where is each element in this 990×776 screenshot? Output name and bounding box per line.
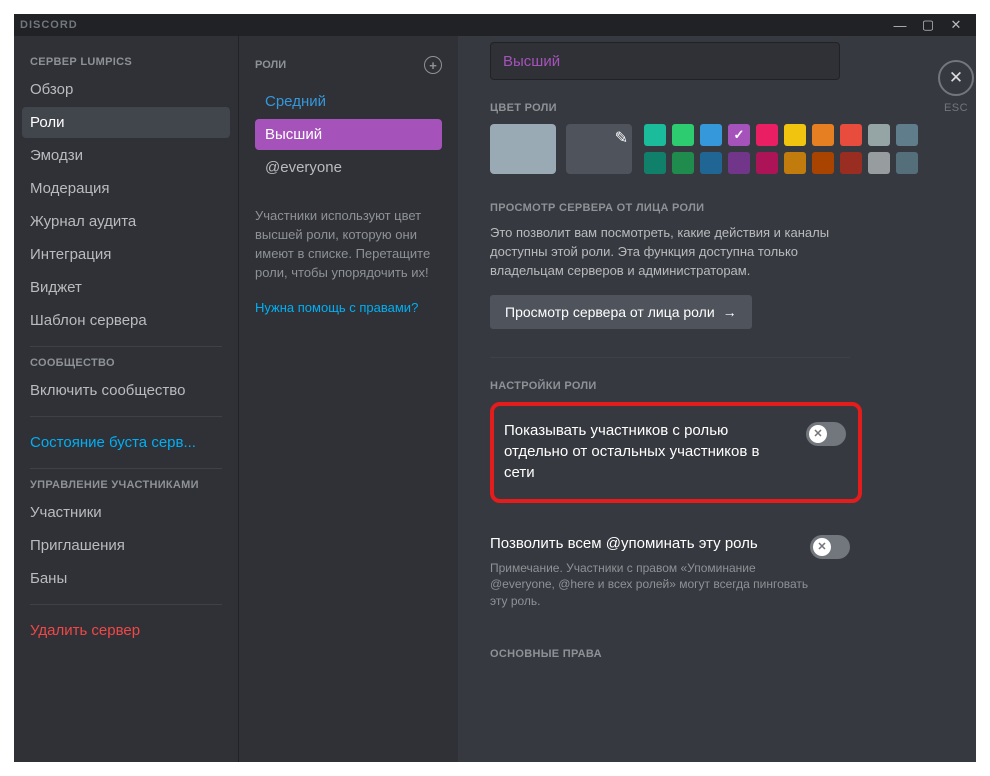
preview-button-label: Просмотр сервера от лица роли (505, 304, 715, 320)
app-brand: DISCORD (20, 19, 78, 31)
color-swatch[interactable] (756, 152, 778, 174)
close-icon: ✕ (949, 68, 963, 88)
sidebar-item-template[interactable]: Шаблон сервера (22, 305, 230, 336)
color-swatch[interactable] (672, 152, 694, 174)
color-swatch[interactable] (672, 124, 694, 146)
color-swatch[interactable] (700, 124, 722, 146)
color-swatch[interactable] (784, 124, 806, 146)
role-item-medium[interactable]: Средний (255, 86, 442, 117)
roles-help-link[interactable]: Нужна помощь с правами? (255, 300, 442, 315)
arrow-right-icon: → (723, 304, 737, 320)
close-button[interactable]: ✕ (938, 60, 974, 96)
preview-section-label: ПРОСМОТР СЕРВЕРА ОТ ЛИЦА РОЛИ (490, 202, 932, 214)
setting-allow-mention-label: Позволить всем @упоминать эту роль (490, 533, 770, 554)
sidebar-section-server: СЕРВЕР LUMPICS (22, 56, 230, 74)
preview-server-button[interactable]: Просмотр сервера от лица роли → (490, 295, 752, 329)
role-item-high[interactable]: Высший (255, 119, 442, 150)
sidebar-item-integration[interactable]: Интеграция (22, 239, 230, 270)
window-close[interactable]: ✕ (942, 15, 970, 35)
window-maximize[interactable]: ▢ (914, 15, 942, 35)
role-settings-content: ✕ ESC Высший ЦВЕТ РОЛИ ✎ ПРОСМОТР СЕРВЕР… (458, 36, 976, 762)
sidebar-section-members: УПРАВЛЕНИЕ УЧАСТНИКАМИ (22, 479, 230, 497)
sidebar-item-widget[interactable]: Виджет (22, 272, 230, 303)
color-swatch[interactable] (840, 124, 862, 146)
preview-section-desc: Это позволит вам посмотреть, какие дейст… (490, 224, 840, 281)
setting-allow-mention-toggle[interactable]: ✕ (810, 535, 850, 559)
color-swatch[interactable] (700, 152, 722, 174)
divider (490, 357, 850, 358)
color-swatch[interactable] (756, 124, 778, 146)
role-name-value: Высший (503, 53, 560, 70)
sidebar-item-roles[interactable]: Роли (22, 107, 230, 138)
sidebar-item-moderation[interactable]: Модерация (22, 173, 230, 204)
toggle-knob-off-icon: ✕ (809, 425, 827, 443)
add-role-button[interactable]: + (424, 56, 442, 74)
color-swatch[interactable] (728, 152, 750, 174)
color-custom-swatch[interactable]: ✎ (566, 124, 632, 174)
color-swatch[interactable] (896, 124, 918, 146)
toggle-knob-off-icon: ✕ (813, 538, 831, 556)
divider (30, 416, 222, 417)
titlebar: DISCORD — ▢ ✕ (14, 14, 976, 36)
basic-rights-label: ОСНОВНЫЕ ПРАВА (490, 648, 932, 660)
color-swatch[interactable] (812, 124, 834, 146)
roles-list-column: РОЛИ + Средний Высший @everyone Участник… (238, 36, 458, 762)
divider (30, 468, 222, 469)
color-swatch[interactable] (784, 152, 806, 174)
color-swatch[interactable] (868, 152, 890, 174)
role-settings-label: НАСТРОЙКИ РОЛИ (490, 380, 932, 392)
roles-header-label: РОЛИ (255, 59, 286, 71)
role-color-label: ЦВЕТ РОЛИ (490, 102, 932, 114)
sidebar-item-members[interactable]: Участники (22, 497, 230, 528)
divider (30, 604, 222, 605)
sidebar-item-boost-status[interactable]: Состояние буста серв... (22, 427, 230, 458)
setting-display-separately-label: Показывать участников с ролью отдельно о… (504, 420, 784, 483)
role-name-dropdown[interactable]: Высший (490, 42, 840, 80)
sidebar-item-audit-log[interactable]: Журнал аудита (22, 206, 230, 237)
window-minimize[interactable]: — (886, 15, 914, 35)
sidebar-section-community: СООБЩЕСТВО (22, 357, 230, 375)
color-swatch[interactable] (868, 124, 890, 146)
setting-display-separately-toggle[interactable]: ✕ (806, 422, 846, 446)
server-settings-sidebar: СЕРВЕР LUMPICS Обзор Роли Эмодзи Модерац… (14, 36, 238, 762)
color-swatch[interactable] (644, 152, 666, 174)
color-swatch[interactable] (840, 152, 862, 174)
color-swatch[interactable] (728, 124, 750, 146)
eyedropper-icon: ✎ (615, 128, 628, 148)
color-swatch[interactable] (812, 152, 834, 174)
role-item-everyone[interactable]: @everyone (255, 152, 442, 183)
setting-allow-mention-note: Примечание. Участники с правом «Упоминан… (490, 560, 810, 610)
highlighted-setting: Показывать участников с ролью отдельно о… (490, 402, 862, 503)
color-default-swatch[interactable] (490, 124, 556, 174)
esc-label: ESC (938, 102, 974, 114)
sidebar-item-emoji[interactable]: Эмодзи (22, 140, 230, 171)
sidebar-item-invites[interactable]: Приглашения (22, 530, 230, 561)
sidebar-item-enable-community[interactable]: Включить сообщество (22, 375, 230, 406)
color-swatch[interactable] (644, 124, 666, 146)
divider (30, 346, 222, 347)
roles-help-text: Участники используют цвет высшей роли, к… (255, 207, 442, 282)
color-swatch[interactable] (896, 152, 918, 174)
sidebar-item-overview[interactable]: Обзор (22, 74, 230, 105)
sidebar-item-delete-server[interactable]: Удалить сервер (22, 615, 230, 646)
sidebar-item-bans[interactable]: Баны (22, 563, 230, 594)
